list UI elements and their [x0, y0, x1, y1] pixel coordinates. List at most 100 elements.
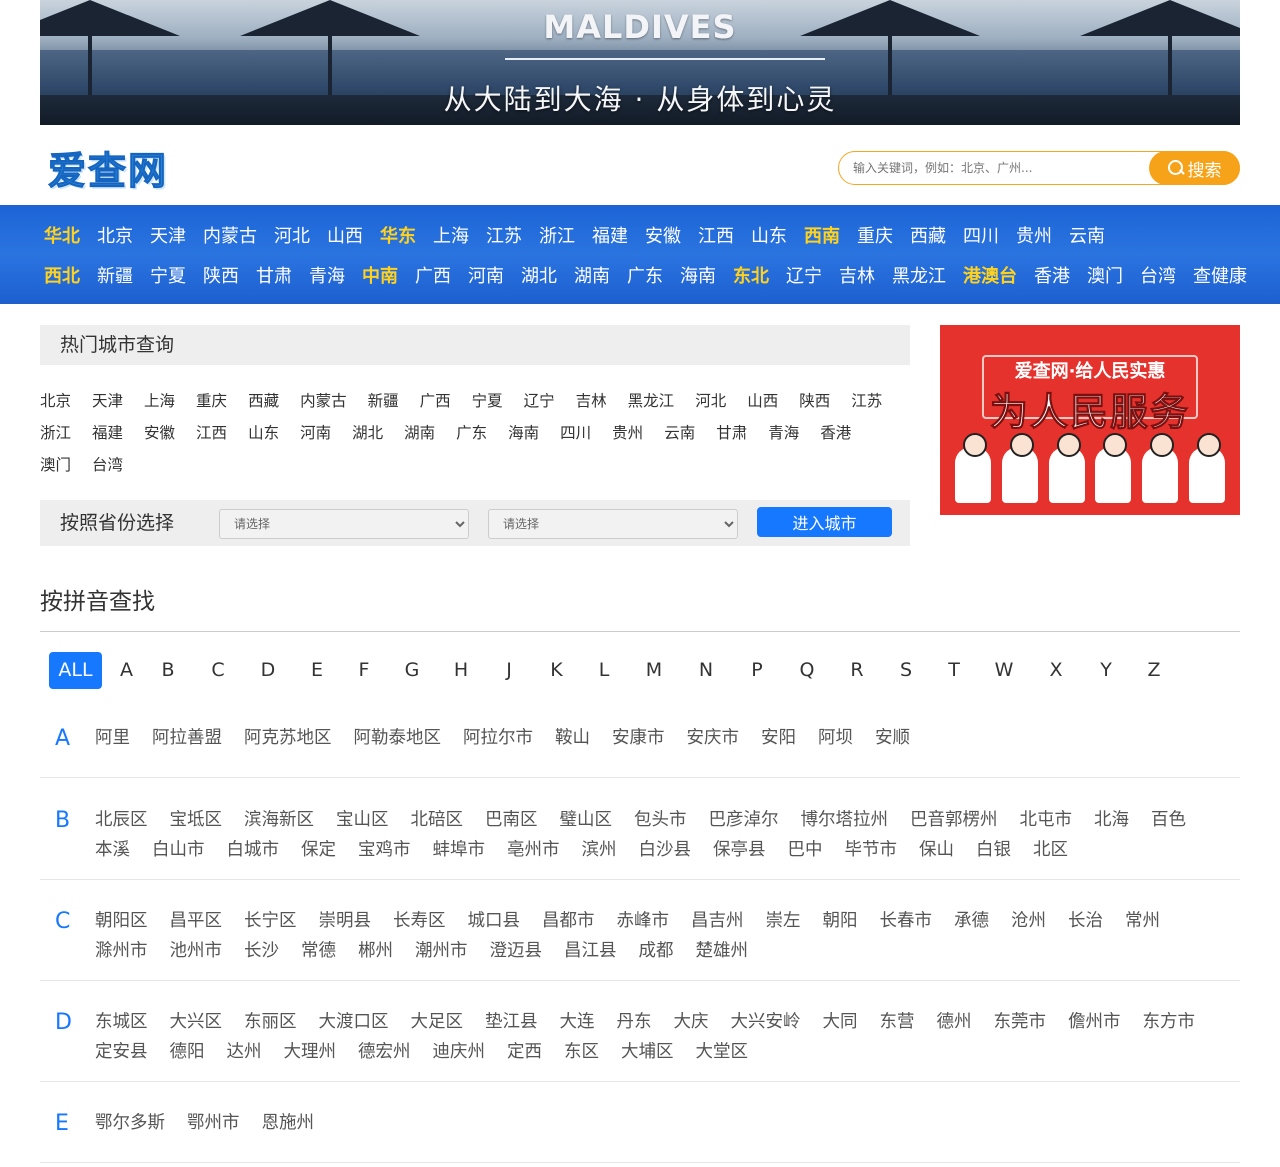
city-link[interactable]: 璧山区: [560, 805, 613, 835]
region-nav-link[interactable]: 湖北: [521, 262, 557, 288]
city-link[interactable]: 达州: [227, 1037, 262, 1067]
city-link[interactable]: 垫江县: [485, 1007, 538, 1037]
region-nav-link[interactable]: 黑龙江: [892, 262, 946, 288]
site-logo[interactable]: 爱查网: [48, 143, 188, 193]
hot-city-link[interactable]: 山西: [747, 385, 778, 417]
hot-city-link[interactable]: 北京: [40, 385, 71, 417]
hot-city-link[interactable]: 海南: [508, 417, 539, 449]
city-link[interactable]: 北海: [1094, 805, 1129, 835]
region-nav-link[interactable]: 新疆: [97, 262, 133, 288]
city-link[interactable]: 朝阳: [823, 906, 858, 936]
hot-city-link[interactable]: 甘肃: [716, 417, 747, 449]
city-link[interactable]: 博尔塔拉州: [801, 805, 889, 835]
region-nav-link[interactable]: 上海: [433, 222, 469, 248]
hot-city-link[interactable]: 四川: [560, 417, 591, 449]
city-link[interactable]: 昌平区: [170, 906, 223, 936]
hot-city-link[interactable]: 香港: [820, 417, 851, 449]
hot-city-link[interactable]: 江苏: [851, 385, 882, 417]
pinyin-letter-w[interactable]: W: [978, 652, 1030, 689]
city-link[interactable]: 北屯市: [1020, 805, 1073, 835]
city-link[interactable]: 宝坻区: [170, 805, 223, 835]
region-nav-link[interactable]: 天津: [150, 222, 186, 248]
city-link[interactable]: 滨海新区: [244, 805, 314, 835]
city-link[interactable]: 大连: [560, 1007, 595, 1037]
pinyin-letter-all[interactable]: ALL: [49, 652, 102, 689]
region-nav-link[interactable]: 福建: [592, 222, 628, 248]
pinyin-letter-d[interactable]: D: [243, 652, 293, 689]
region-nav-group[interactable]: 华东: [380, 222, 416, 248]
ad-banner[interactable]: 爱查网·给人民实惠 为人民服务: [940, 325, 1240, 515]
hot-city-link[interactable]: 广东: [456, 417, 487, 449]
region-nav-link[interactable]: 四川: [963, 222, 999, 248]
region-nav-link[interactable]: 查健康: [1193, 262, 1247, 288]
city-link[interactable]: 东城区: [95, 1007, 148, 1037]
region-nav-group[interactable]: 港澳台: [963, 262, 1017, 288]
pinyin-letter-f[interactable]: F: [341, 652, 387, 689]
city-link[interactable]: 蚌埠市: [433, 835, 486, 865]
city-link[interactable]: 沧州: [1011, 906, 1046, 936]
city-link[interactable]: 大埔区: [621, 1037, 674, 1067]
city-link[interactable]: 长春市: [880, 906, 933, 936]
city-link[interactable]: 鄂州市: [187, 1108, 240, 1138]
enter-city-button[interactable]: 进入城市: [757, 507, 892, 537]
region-nav-link[interactable]: 江西: [698, 222, 734, 248]
region-nav-link[interactable]: 内蒙古: [203, 222, 257, 248]
region-nav-link[interactable]: 浙江: [539, 222, 575, 248]
city-link[interactable]: 长沙: [244, 936, 279, 966]
city-link[interactable]: 宝鸡市: [358, 835, 411, 865]
city-link[interactable]: 朝阳区: [95, 906, 148, 936]
city-link[interactable]: 承德: [954, 906, 989, 936]
city-link[interactable]: 迪庆州: [433, 1037, 486, 1067]
city-link[interactable]: 赤峰市: [617, 906, 670, 936]
city-link[interactable]: 保山: [919, 835, 954, 865]
hot-city-link[interactable]: 湖北: [352, 417, 383, 449]
city-link[interactable]: 鞍山: [555, 723, 590, 753]
city-link[interactable]: 大庆: [674, 1007, 709, 1037]
city-link[interactable]: 东莞市: [994, 1007, 1047, 1037]
region-nav-link[interactable]: 吉林: [839, 262, 875, 288]
pinyin-letter-s[interactable]: S: [882, 652, 930, 689]
region-nav-link[interactable]: 甘肃: [256, 262, 292, 288]
city-link[interactable]: 白城市: [227, 835, 280, 865]
hot-city-link[interactable]: 陕西: [799, 385, 830, 417]
city-link[interactable]: 阿克苏地区: [244, 723, 332, 753]
hot-city-link[interactable]: 上海: [144, 385, 175, 417]
region-nav-link[interactable]: 澳门: [1087, 262, 1123, 288]
city-link[interactable]: 昌吉州: [691, 906, 744, 936]
region-nav-link[interactable]: 河南: [468, 262, 504, 288]
city-link[interactable]: 安康市: [612, 723, 665, 753]
region-nav-link[interactable]: 重庆: [857, 222, 893, 248]
city-link[interactable]: 大足区: [411, 1007, 464, 1037]
region-nav-link[interactable]: 河北: [274, 222, 310, 248]
region-nav-link[interactable]: 台湾: [1140, 262, 1176, 288]
search-button[interactable]: 搜索: [1149, 151, 1240, 185]
city-link[interactable]: 昌江县: [564, 936, 617, 966]
city-link[interactable]: 北辰区: [95, 805, 148, 835]
city-link[interactable]: 儋州市: [1068, 1007, 1121, 1037]
city-link[interactable]: 白山市: [152, 835, 205, 865]
pinyin-letter-m[interactable]: M: [628, 652, 680, 689]
pinyin-letter-q[interactable]: Q: [782, 652, 832, 689]
city-link[interactable]: 毕节市: [845, 835, 898, 865]
city-link[interactable]: 恩施州: [262, 1108, 315, 1138]
city-select[interactable]: 请选择: [488, 509, 738, 539]
pinyin-letter-t[interactable]: T: [930, 652, 978, 689]
region-nav-link[interactable]: 江苏: [486, 222, 522, 248]
region-nav-group[interactable]: 华北: [44, 222, 80, 248]
hot-city-link[interactable]: 西藏: [248, 385, 279, 417]
city-link[interactable]: 郴州: [358, 936, 393, 966]
city-link[interactable]: 保定: [301, 835, 336, 865]
city-link[interactable]: 城口县: [468, 906, 521, 936]
city-link[interactable]: 定安县: [95, 1037, 148, 1067]
city-link[interactable]: 池州市: [170, 936, 223, 966]
hot-city-link[interactable]: 浙江: [40, 417, 71, 449]
hot-city-link[interactable]: 湖南: [404, 417, 435, 449]
hot-city-link[interactable]: 山东: [248, 417, 279, 449]
region-nav-link[interactable]: 青海: [309, 262, 345, 288]
pinyin-letter-a[interactable]: A: [110, 652, 143, 689]
city-link[interactable]: 安顺: [875, 723, 910, 753]
region-nav-link[interactable]: 北京: [97, 222, 133, 248]
city-link[interactable]: 阿拉尔市: [463, 723, 533, 753]
hot-city-link[interactable]: 黑龙江: [628, 385, 675, 417]
hot-city-link[interactable]: 福建: [92, 417, 123, 449]
